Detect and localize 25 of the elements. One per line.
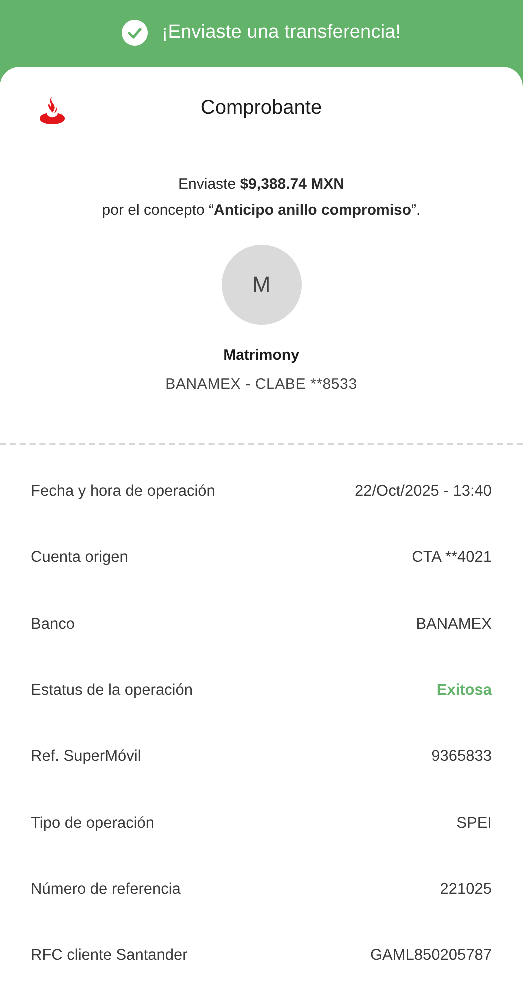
- detail-label: Fecha y hora de operación: [31, 483, 216, 502]
- recipient-account: BANAMEX - CLABE **8533: [166, 376, 358, 393]
- check-icon: [122, 20, 148, 46]
- detail-value: 221025: [440, 880, 492, 899]
- banner-title: ¡Enviaste una transferencia!: [162, 22, 402, 44]
- detail-value: SPEI: [456, 814, 492, 833]
- recipient-name: Matrimony: [224, 347, 300, 364]
- summary-text: por el concepto “Anticipo anillo compromiso”.: [102, 201, 421, 221]
- detail-value: Exitosa: [436, 682, 492, 700]
- detail-value: CTA **4021: [412, 549, 492, 568]
- detail-label: RFC cliente Santander: [31, 947, 188, 966]
- detail-value: 9365833: [432, 748, 492, 766]
- detail-label: Número de referencia: [31, 880, 181, 899]
- detail-label: Cuenta origen: [31, 549, 128, 568]
- detail-label: Tipo de operación: [31, 814, 155, 833]
- summary-text: Enviaste $9,388.74 MXN: [178, 175, 346, 195]
- avatar: M: [222, 245, 302, 325]
- detail-label: Estatus de la operación: [31, 682, 193, 700]
- detail-value: GAML850205787: [370, 947, 492, 966]
- detail-label: Banco: [31, 616, 75, 634]
- flame-logo-icon: [39, 95, 66, 125]
- receipt-title: Comprobante: [200, 96, 322, 121]
- detail-label: Ref. SuperMóvil: [31, 748, 142, 766]
- detail-value: 22/Oct/2025 - 13:40: [354, 483, 492, 502]
- detail-value: BANAMEX: [416, 616, 492, 634]
